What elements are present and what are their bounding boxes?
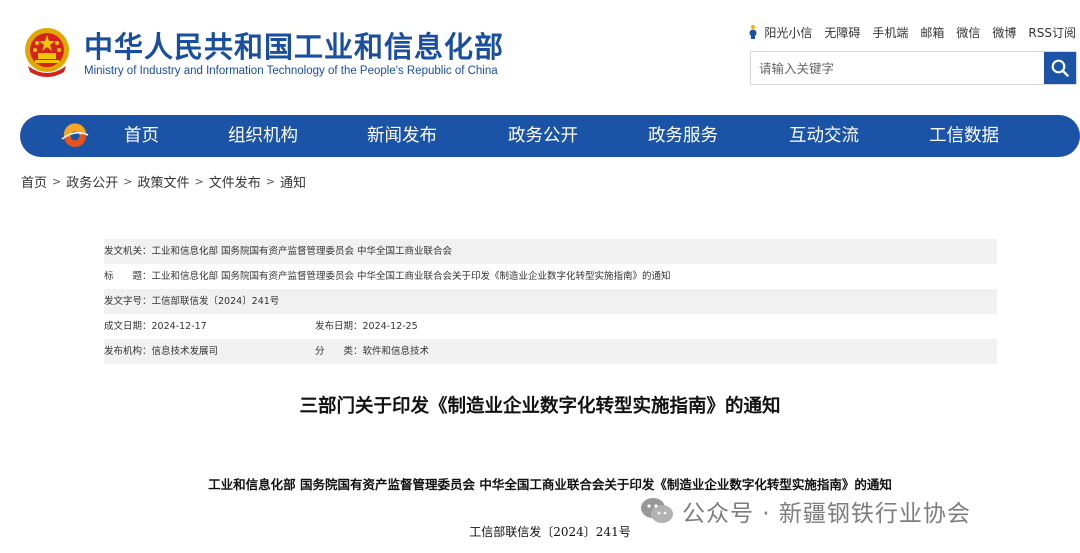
breadcrumb-separator: > [265,175,275,188]
nav-item-data[interactable]: 工信数据 [929,115,999,157]
nav-item-gov-affairs[interactable]: 政务公开 [508,115,578,157]
breadcrumb-policy-docs[interactable]: 政策文件 [137,172,189,191]
sunshine-icon [749,25,757,39]
top-link-weibo[interactable]: 微博 [992,24,1016,41]
meta-title: 标 题：工业和信息化部 国务院国有资产监督管理委员会 中华全国工商业联合会关于印… [104,271,671,282]
wechat-watermark: 公众号 · 新疆钢铁行业协会 [640,493,971,529]
article-title: 三部门关于印发《制造业企业数字化转型实施指南》的通知 [299,396,781,417]
breadcrumb: 首页 > 政务公开 > 政策文件 > 文件发布 > 通知 [21,172,306,191]
meta-agency: 发布机构：信息技术发展司 [104,346,219,357]
nav-item-news[interactable]: 新闻发布 [367,115,437,157]
meta-written-date: 成文日期：2024-12-17 [104,321,207,332]
meta-row-doc-number: 发文字号：工信部联信发〔2024〕241号 [104,289,997,314]
search-box [750,51,1077,85]
top-link-sunshine[interactable]: 阳光小信 [745,24,812,41]
top-link-mobile[interactable]: 手机端 [872,24,908,41]
wechat-icon [641,498,673,523]
nav-item-gov-services[interactable]: 政务服务 [648,115,718,157]
meta-category: 分 类：软件和信息技术 [315,346,430,357]
national-emblem-icon [22,26,72,80]
meta-row-title: 标 题：工业和信息化部 国务院国有资产监督管理委员会 中华全国工商业联合会关于印… [104,264,997,289]
main-nav: 首页 组织机构 新闻发布 政务公开 政务服务 互动交流 工信数据 [20,115,1080,157]
nav-item-interaction[interactable]: 互动交流 [789,115,859,157]
meta-publish-date: 发布日期：2024-12-25 [315,321,418,332]
search-icon [1051,59,1069,77]
top-link-wechat[interactable]: 微信 [956,24,980,41]
top-link-rss[interactable]: RSS订阅 [1028,24,1076,41]
breadcrumb-home[interactable]: 首页 [21,172,47,191]
top-link-label: 阳光小信 [764,25,813,40]
article-subtitle: 工业和信息化部 国务院国有资产监督管理委员会 中华全国工商业联合会关于印发《制造… [208,477,892,492]
top-link-accessibility[interactable]: 无障碍 [824,24,860,41]
meta-row-issuer: 发文机关：工业和信息化部 国务院国有资产监督管理委员会 中华全国工商业联合会 [104,239,997,264]
top-link-mail[interactable]: 邮箱 [920,24,944,41]
meta-doc-number: 发文字号：工信部联信发〔2024〕241号 [104,296,280,307]
nav-logo-icon [60,121,90,151]
document-meta-table: 发文机关：工业和信息化部 国务院国有资产监督管理委员会 中华全国工商业联合会 标… [104,239,997,364]
site-subtitle: Ministry of Industry and Information Tec… [84,65,498,77]
top-links: 阳光小信 无障碍 手机端 邮箱 微信 微博 RSS订阅 [733,22,1076,42]
breadcrumb-notice[interactable]: 通知 [280,172,306,191]
watermark-text: 公众号 · 新疆钢铁行业协会 [682,501,971,527]
nav-item-organization[interactable]: 组织机构 [228,115,298,157]
nav-item-home[interactable]: 首页 [124,115,159,157]
breadcrumb-separator: > [52,175,62,188]
search-input[interactable] [751,52,1043,84]
search-button[interactable] [1044,52,1076,84]
meta-issuer: 发文机关：工业和信息化部 国务院国有资产监督管理委员会 中华全国工商业联合会 [104,246,453,257]
meta-row-dates: 成文日期：2024-12-17 发布日期：2024-12-25 [104,314,997,339]
breadcrumb-separator: > [123,175,133,188]
site-title[interactable]: 中华人民共和国工业和信息化部 [84,30,504,64]
breadcrumb-gov-affairs[interactable]: 政务公开 [66,172,118,191]
meta-row-agency: 发布机构：信息技术发展司 分 类：软件和信息技术 [104,339,997,364]
breadcrumb-doc-release[interactable]: 文件发布 [209,172,261,191]
breadcrumb-separator: > [194,175,204,188]
